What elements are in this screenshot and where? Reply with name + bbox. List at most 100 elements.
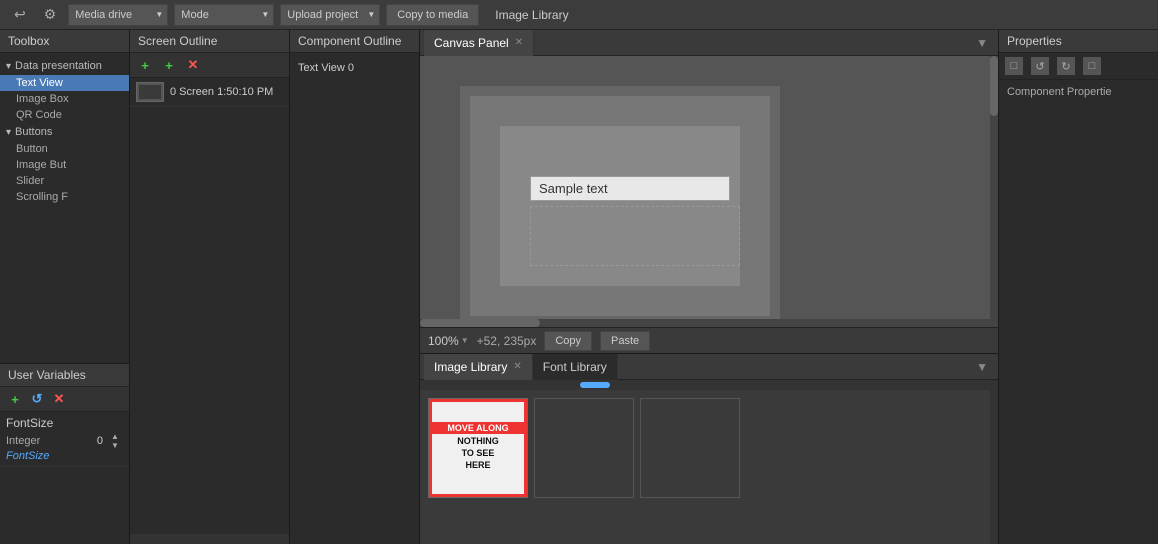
il-line2: TO SEE — [457, 448, 499, 460]
image-library-tab-label: Image Library — [434, 360, 507, 374]
user-variables-panel: User Variables + ↺ ✕ FontSize Integer 0 … — [0, 364, 129, 544]
so-thumb — [136, 82, 164, 102]
user-variables-header: User Variables — [0, 364, 129, 387]
canvas-scrollbar-h-thumb — [420, 319, 540, 327]
so-scrollbar[interactable] — [130, 534, 289, 544]
gear-button[interactable]: ⚙ — [38, 4, 63, 25]
canvas-viewport[interactable]: Sample text — [420, 56, 998, 319]
canvas-tab-bar: Canvas Panel ✕ ▼ — [420, 30, 998, 56]
prop-icon-3[interactable]: ↻ — [1057, 57, 1075, 75]
toolbox-item-imagebox[interactable]: Image Box — [0, 91, 129, 107]
so-add-button2[interactable]: + — [160, 56, 178, 74]
prop-icon-1[interactable]: □ — [1005, 57, 1023, 75]
il-line3: HERE — [457, 460, 499, 472]
canvas-minimize-button[interactable]: ▼ — [970, 36, 994, 50]
image-library-tab-close[interactable]: ✕ — [513, 361, 521, 372]
so-remove-button[interactable]: ✕ — [184, 56, 202, 74]
font-library-tab-label: Font Library — [543, 360, 607, 374]
uv-refresh-button[interactable]: ↺ — [28, 390, 46, 408]
canvas-paste-button[interactable]: Paste — [600, 331, 650, 351]
properties-header: Properties — [999, 30, 1158, 53]
canvas-tab-label: Canvas Panel — [434, 36, 509, 50]
il-images: MOVE ALONG NOTHING TO SEE HERE — [420, 390, 998, 544]
screen-outline-header: Screen Outline — [130, 30, 289, 53]
canvas-text-box[interactable]: Sample text — [530, 176, 730, 201]
component-properties-label: Component Propertie — [999, 80, 1158, 104]
toolbox-item-textview[interactable]: Text View — [0, 75, 129, 91]
toolbox-item-button[interactable]: Button — [0, 141, 129, 157]
canvas-zoom-arrow: ▼ — [461, 336, 469, 345]
component-outline-panel: Component Outline Text View 0 — [290, 30, 420, 544]
canvas-text-dashed — [530, 206, 740, 266]
canvas-area: Canvas Panel ✕ ▼ Sample text — [420, 30, 998, 354]
image-library-tab[interactable]: Image Library ✕ — [424, 354, 533, 380]
uv-remove-button[interactable]: ✕ — [50, 390, 68, 408]
center-panel: Canvas Panel ✕ ▼ Sample text — [420, 30, 998, 544]
il-move-along-title: MOVE ALONG — [432, 422, 524, 434]
toolbox-content: Data presentation Text View Image Box QR… — [0, 53, 129, 209]
canvas-zoom-control[interactable]: 100% ▼ — [428, 334, 469, 348]
toolbox-group-buttons[interactable]: Buttons — [0, 123, 129, 141]
so-add-button1[interactable]: + — [136, 56, 154, 74]
bottom-panel: Image Library ✕ Font Library ▼ MOVE ALON… — [420, 354, 998, 544]
canvas-coords: +52, 235px — [477, 334, 537, 348]
canvas-inner: Sample text — [460, 86, 780, 319]
canvas-content-area: Sample text — [500, 126, 740, 286]
font-library-tab[interactable]: Font Library — [533, 354, 618, 380]
left-panel: Toolbox Data presentation Text View Imag… — [0, 30, 130, 544]
il-image-1[interactable]: MOVE ALONG NOTHING TO SEE HERE — [428, 398, 528, 498]
properties-panel: Properties □ ↺ ↻ □ Component Propertie — [998, 30, 1158, 544]
bottom-tab-bar: Image Library ✕ Font Library ▼ — [420, 354, 998, 380]
il-line1: NOTHING — [457, 436, 499, 448]
canvas-scrollbar-v[interactable] — [990, 56, 998, 319]
so-thumb-inner — [139, 85, 161, 99]
component-outline-header: Component Outline — [290, 30, 419, 53]
prop-icon-4[interactable]: □ — [1083, 57, 1101, 75]
uv-toolbar: + ↺ ✕ — [0, 387, 129, 412]
uv-variable-name: FontSize — [6, 416, 123, 430]
canvas-slide: Sample text — [470, 96, 770, 316]
toolbox-item-imagebut[interactable]: Image But — [0, 157, 129, 173]
image-library-title: Image Library — [495, 8, 568, 22]
toolbox-item-slider[interactable]: Slider — [0, 173, 129, 189]
il-scrollbar-h[interactable] — [420, 380, 998, 390]
uv-stepper-up[interactable]: ▲ — [107, 432, 123, 441]
upload-dropdown[interactable]: Upload project — [280, 4, 380, 26]
il-image-2[interactable] — [534, 398, 634, 498]
prop-icon-2[interactable]: ↺ — [1031, 57, 1049, 75]
toolbox: Toolbox Data presentation Text View Imag… — [0, 30, 129, 364]
uv-subname: FontSize — [6, 450, 123, 462]
mode-dropdown[interactable]: Mode — [174, 4, 274, 26]
co-item-textview[interactable]: Text View 0 — [298, 59, 411, 77]
il-move-along-text: NOTHING TO SEE HERE — [455, 434, 501, 473]
canvas-scrollbar-h[interactable] — [420, 319, 998, 327]
image-library-content: MOVE ALONG NOTHING TO SEE HERE — [420, 380, 998, 544]
il-move-along: MOVE ALONG NOTHING TO SEE HERE — [429, 399, 527, 497]
so-item-label: 0 Screen 1:50:10 PM — [170, 86, 273, 98]
uv-stepper-down[interactable]: ▼ — [107, 441, 123, 450]
bottom-minimize-button[interactable]: ▼ — [970, 360, 994, 374]
toolbox-item-scrollingf[interactable]: Scrolling F — [0, 189, 129, 205]
uv-value: 0 — [97, 435, 103, 447]
uv-add-button[interactable]: + — [6, 390, 24, 408]
canvas-tab-close[interactable]: ✕ — [515, 37, 523, 48]
il-image-3[interactable] — [640, 398, 740, 498]
uv-stepper[interactable]: ▲ ▼ — [107, 432, 123, 450]
il-scrollbar-v[interactable] — [990, 380, 998, 544]
media-drive-dropdown[interactable]: Media drive — [68, 4, 168, 26]
copy-to-media-button[interactable]: Copy to media — [386, 4, 479, 26]
so-item[interactable]: 0 Screen 1:50:10 PM — [130, 78, 289, 107]
toolbox-group-data-presentation[interactable]: Data presentation — [0, 57, 129, 75]
screen-outline-panel: Screen Outline + + ✕ 0 Screen 1:50:10 PM — [130, 30, 290, 544]
uv-variable-value-row: Integer 0 ▲ ▼ — [6, 432, 123, 450]
canvas-copy-button[interactable]: Copy — [544, 331, 592, 351]
toolbox-item-qrcode[interactable]: QR Code — [0, 107, 129, 123]
properties-toolbar: □ ↺ ↻ □ — [999, 53, 1158, 80]
back-button[interactable]: ↩ — [8, 4, 32, 25]
so-toolbar: + + ✕ — [130, 53, 289, 78]
main-layout: Toolbox Data presentation Text View Imag… — [0, 30, 1158, 544]
so-content: 0 Screen 1:50:10 PM — [130, 78, 289, 534]
canvas-tab[interactable]: Canvas Panel ✕ — [424, 30, 534, 56]
uv-type: Integer — [6, 435, 93, 447]
canvas-statusbar: 100% ▼ +52, 235px Copy Paste — [420, 327, 998, 353]
